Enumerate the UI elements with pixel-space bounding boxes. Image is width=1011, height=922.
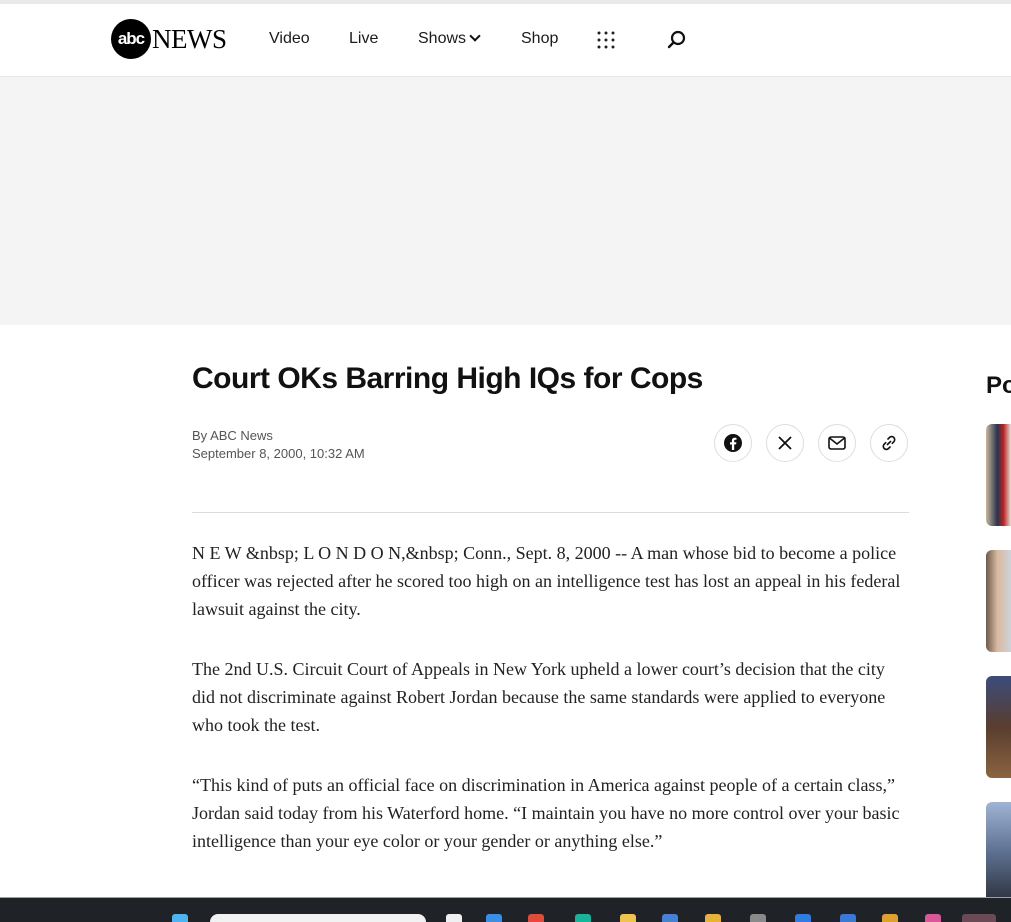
advertisement-placeholder: [0, 77, 1011, 325]
article-paragraph: “This kind of puts an official face on d…: [192, 775, 900, 851]
facebook-icon: [724, 434, 742, 452]
apps-grid-icon[interactable]: [597, 31, 615, 49]
search-icon[interactable]: [667, 30, 687, 50]
abc-logo-badge: abc: [111, 19, 151, 59]
sidebar-thumbnail[interactable]: [986, 676, 1011, 778]
chevron-down-icon: [469, 30, 481, 42]
share-facebook-button[interactable]: [714, 424, 752, 462]
nav-live[interactable]: Live: [349, 30, 378, 48]
copy-link-button[interactable]: [870, 424, 908, 462]
nav-shows-label: Shows: [418, 30, 467, 47]
article-paragraph: N E W &nbsp; L O N D O N,&nbsp; Conn., S…: [192, 543, 901, 619]
article-title: Court OKs Barring High IQs for Cops: [192, 362, 703, 395]
sidebar-thumbnail[interactable]: [986, 802, 1011, 904]
mail-icon: [828, 436, 846, 450]
news-wordmark: NEWS: [152, 23, 227, 54]
sidebar-thumbnail[interactable]: [986, 550, 1011, 652]
author[interactable]: By ABC News: [192, 427, 365, 445]
share-x-button[interactable]: [766, 424, 804, 462]
nav-video[interactable]: Video: [269, 30, 310, 48]
abc-news-logo[interactable]: abc NEWS: [111, 19, 227, 59]
byline-divider: [192, 512, 909, 513]
sidebar-heading: Po: [986, 372, 1011, 399]
link-icon: [882, 435, 896, 451]
article-paragraph: The 2nd U.S. Circuit Court of Appeals in…: [192, 659, 886, 735]
os-taskbar: [0, 897, 1011, 922]
nav-shows[interactable]: Shows: [418, 30, 481, 48]
x-icon: [778, 436, 792, 450]
share-email-button[interactable]: [818, 424, 856, 462]
site-header: abc NEWS Video Live Shows Shop: [0, 4, 1011, 77]
publish-date: September 8, 2000, 10:32 AM: [192, 446, 365, 461]
article-byline: By ABC News September 8, 2000, 10:32 AM: [192, 427, 365, 463]
sidebar-thumbnail[interactable]: [986, 424, 1011, 526]
nav-shop[interactable]: Shop: [521, 30, 558, 48]
